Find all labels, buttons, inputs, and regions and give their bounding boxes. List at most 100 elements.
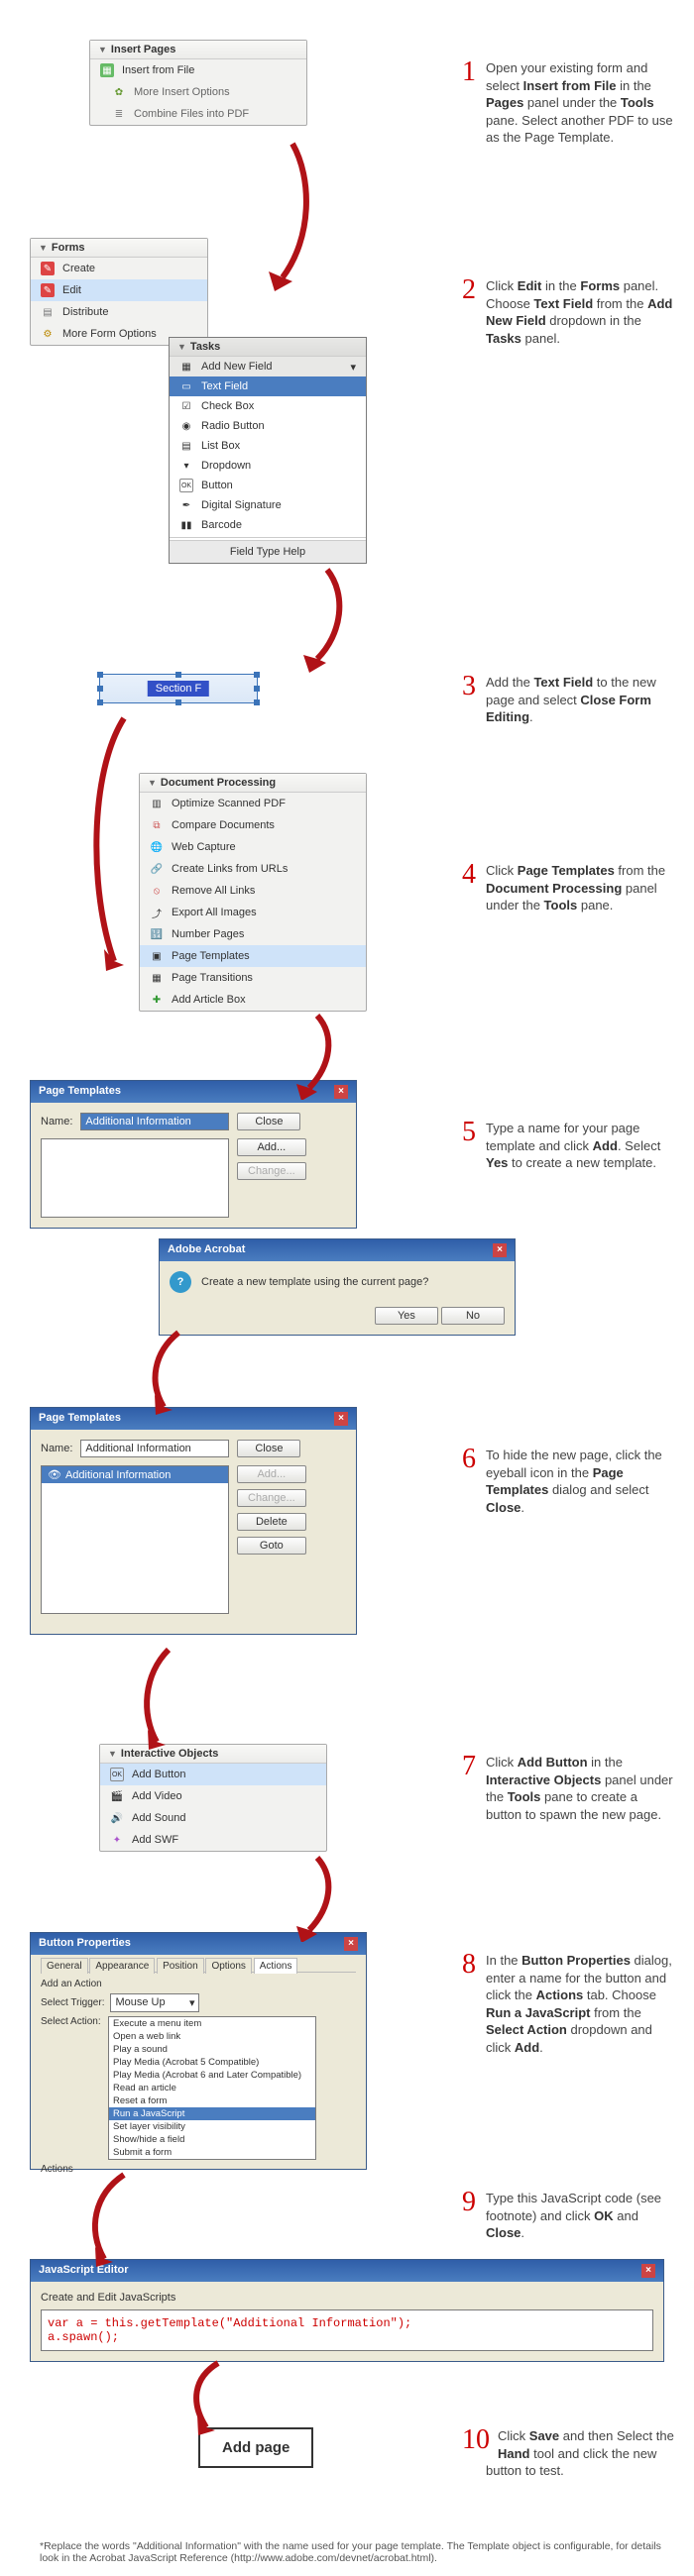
- change-button[interactable]: Change...: [237, 1162, 306, 1180]
- field-text[interactable]: ▭Text Field: [170, 376, 366, 396]
- dp-compare[interactable]: ⧉Compare Documents: [140, 814, 366, 836]
- dp-links[interactable]: 🔗Create Links from URLs: [140, 858, 366, 880]
- close-button[interactable]: Close: [237, 1113, 300, 1130]
- step-1: 1 Open your existing form and select Ins…: [486, 59, 674, 147]
- button-icon: OK: [179, 479, 193, 492]
- chevron-down-icon: ▾: [189, 1996, 195, 2009]
- change-button[interactable]: Change...: [237, 1489, 306, 1507]
- no-button[interactable]: No: [441, 1307, 505, 1325]
- insert-from-file-item[interactable]: ▦Insert from File: [90, 59, 306, 81]
- forms-create[interactable]: ✎Create: [31, 258, 207, 279]
- arrow-icon: [169, 2358, 238, 2437]
- confirm-message: Create a new template using the current …: [201, 1276, 428, 1288]
- template-name-input[interactable]: Additional Information: [80, 1113, 229, 1130]
- dp-article-box[interactable]: ✚Add Article Box: [140, 989, 366, 1011]
- distribute-icon: ▤: [41, 305, 55, 319]
- field-checkbox[interactable]: ☑Check Box: [170, 396, 366, 416]
- dp-optimize[interactable]: ▥Optimize Scanned PDF: [140, 793, 366, 814]
- chevron-down-icon: ▾: [350, 361, 356, 374]
- panel-title: ▼Insert Pages: [90, 41, 306, 59]
- combine-files-item[interactable]: ≣Combine Files into PDF: [90, 103, 306, 125]
- close-icon[interactable]: ×: [344, 1937, 358, 1951]
- template-list-item[interactable]: 👁 Additional Information: [42, 1466, 228, 1483]
- code-editor[interactable]: var a = this.getTemplate("Additional Inf…: [41, 2309, 653, 2351]
- step-3: 3 Add the Text Field to the new page and…: [486, 674, 674, 726]
- arrow-icon: [129, 1328, 198, 1417]
- field-radio[interactable]: ◉Radio Button: [170, 416, 366, 436]
- tab-general[interactable]: General: [41, 1958, 88, 1974]
- field-button[interactable]: OKButton: [170, 476, 366, 495]
- add-new-field-header[interactable]: ▦Add New Field▾: [170, 357, 366, 376]
- add-button-item[interactable]: OKAdd Button: [100, 1764, 326, 1785]
- close-icon[interactable]: ×: [334, 1412, 348, 1426]
- close-button[interactable]: Close: [237, 1440, 300, 1457]
- trigger-select[interactable]: Mouse Up▾: [110, 1993, 199, 2012]
- close-icon[interactable]: ×: [493, 1243, 507, 1257]
- step-6: 6 To hide the new page, click the eyebal…: [486, 1447, 674, 1516]
- button-properties-dialog: Button Properties × General Appearance Po…: [30, 1932, 367, 2170]
- tab-appearance[interactable]: Appearance: [89, 1958, 155, 1974]
- template-name-input[interactable]: Additional Information: [80, 1440, 229, 1457]
- add-swf-item[interactable]: ✦Add SWF: [100, 1829, 326, 1851]
- trigger-label: Select Trigger:: [41, 1997, 104, 2008]
- close-icon[interactable]: ×: [641, 2264, 655, 2278]
- tab-options[interactable]: Options: [205, 1958, 251, 1974]
- dialog-title: Page Templates: [39, 1085, 121, 1099]
- text-field-preview[interactable]: Section F: [99, 674, 258, 703]
- add-video-item[interactable]: 🎬Add Video: [100, 1785, 326, 1807]
- field-dropdown[interactable]: ▾Dropdown: [170, 456, 366, 476]
- tasks-header: ▼Tasks: [170, 338, 366, 357]
- goto-button[interactable]: Goto: [237, 1537, 306, 1555]
- text-field-label: Section F: [148, 681, 209, 697]
- dp-number-pages[interactable]: 🔢Number Pages: [140, 923, 366, 945]
- tab-actions[interactable]: Actions: [254, 1958, 298, 1974]
- step-10: 10 Click Save and then Select the Hand t…: [486, 2427, 674, 2480]
- template-list[interactable]: [41, 1138, 229, 1218]
- step-9: 9 Type this JavaScript code (see footnot…: [486, 2190, 674, 2242]
- unlink-icon: ⦸: [150, 884, 164, 898]
- sound-icon: 🔊: [110, 1811, 124, 1825]
- interactive-objects-panel: ▼Interactive Objects OKAdd Button 🎬Add V…: [99, 1744, 327, 1852]
- field-signature[interactable]: ✒Digital Signature: [170, 495, 366, 515]
- gear-icon: ✿: [112, 85, 126, 99]
- step-5: 5 Type a name for your page template and…: [486, 1120, 674, 1172]
- add-page-button[interactable]: Add page: [198, 2427, 313, 2468]
- action-select-list[interactable]: Execute a menu item Open a web link Play…: [108, 2016, 316, 2160]
- radio-icon: ◉: [179, 419, 193, 433]
- number-icon: 🔢: [150, 927, 164, 941]
- yes-button[interactable]: Yes: [375, 1307, 438, 1325]
- field-listbox[interactable]: ▤List Box: [170, 436, 366, 456]
- field-type-help[interactable]: Field Type Help: [170, 540, 366, 563]
- action-label: Select Action:: [41, 2016, 102, 2027]
- template-list[interactable]: 👁 Additional Information: [41, 1465, 229, 1614]
- dp-export-images[interactable]: ⤴Export All Images: [140, 902, 366, 923]
- close-icon[interactable]: ×: [334, 1085, 348, 1099]
- page-plus-icon: ▦: [100, 63, 114, 77]
- panel-title: ▼Document Processing: [140, 774, 366, 793]
- field-barcode[interactable]: ▮▮Barcode: [170, 515, 366, 535]
- add-action-label: Add an Action: [41, 1979, 356, 1989]
- add-button[interactable]: Add...: [237, 1465, 306, 1483]
- dialog-title: Button Properties: [39, 1937, 131, 1951]
- step-8: 8 In the Button Properties dialog, enter…: [486, 1952, 674, 2056]
- add-sound-item[interactable]: 🔊Add Sound: [100, 1807, 326, 1829]
- delete-button[interactable]: Delete: [237, 1513, 306, 1531]
- dp-remove-links[interactable]: ⦸Remove All Links: [140, 880, 366, 902]
- forms-edit[interactable]: ✎Edit: [31, 279, 207, 301]
- template-icon: ▣: [150, 949, 164, 963]
- dp-transitions[interactable]: ▦Page Transitions: [140, 967, 366, 989]
- stack-icon: ≣: [112, 107, 126, 121]
- dp-webcapture[interactable]: 🌐Web Capture: [140, 836, 366, 858]
- arrow-icon: [297, 565, 357, 674]
- dp-page-templates[interactable]: ▣Page Templates: [140, 945, 366, 967]
- text-field-icon: ▭: [179, 379, 193, 393]
- page-templates-dialog: Page Templates× Name: Additional Informa…: [30, 1080, 357, 1229]
- confirm-dialog: Adobe Acrobat× ? Create a new template u…: [159, 1238, 516, 1336]
- more-insert-options-item[interactable]: ✿More Insert Options: [90, 81, 306, 103]
- forms-distribute[interactable]: ▤Distribute: [31, 301, 207, 323]
- action-run-javascript: Run a JavaScript: [109, 2107, 315, 2120]
- eyeball-icon[interactable]: 👁: [48, 1468, 61, 1481]
- add-button[interactable]: Add...: [237, 1138, 306, 1156]
- tab-position[interactable]: Position: [157, 1958, 204, 1974]
- panel-title: ▼Forms: [31, 239, 207, 258]
